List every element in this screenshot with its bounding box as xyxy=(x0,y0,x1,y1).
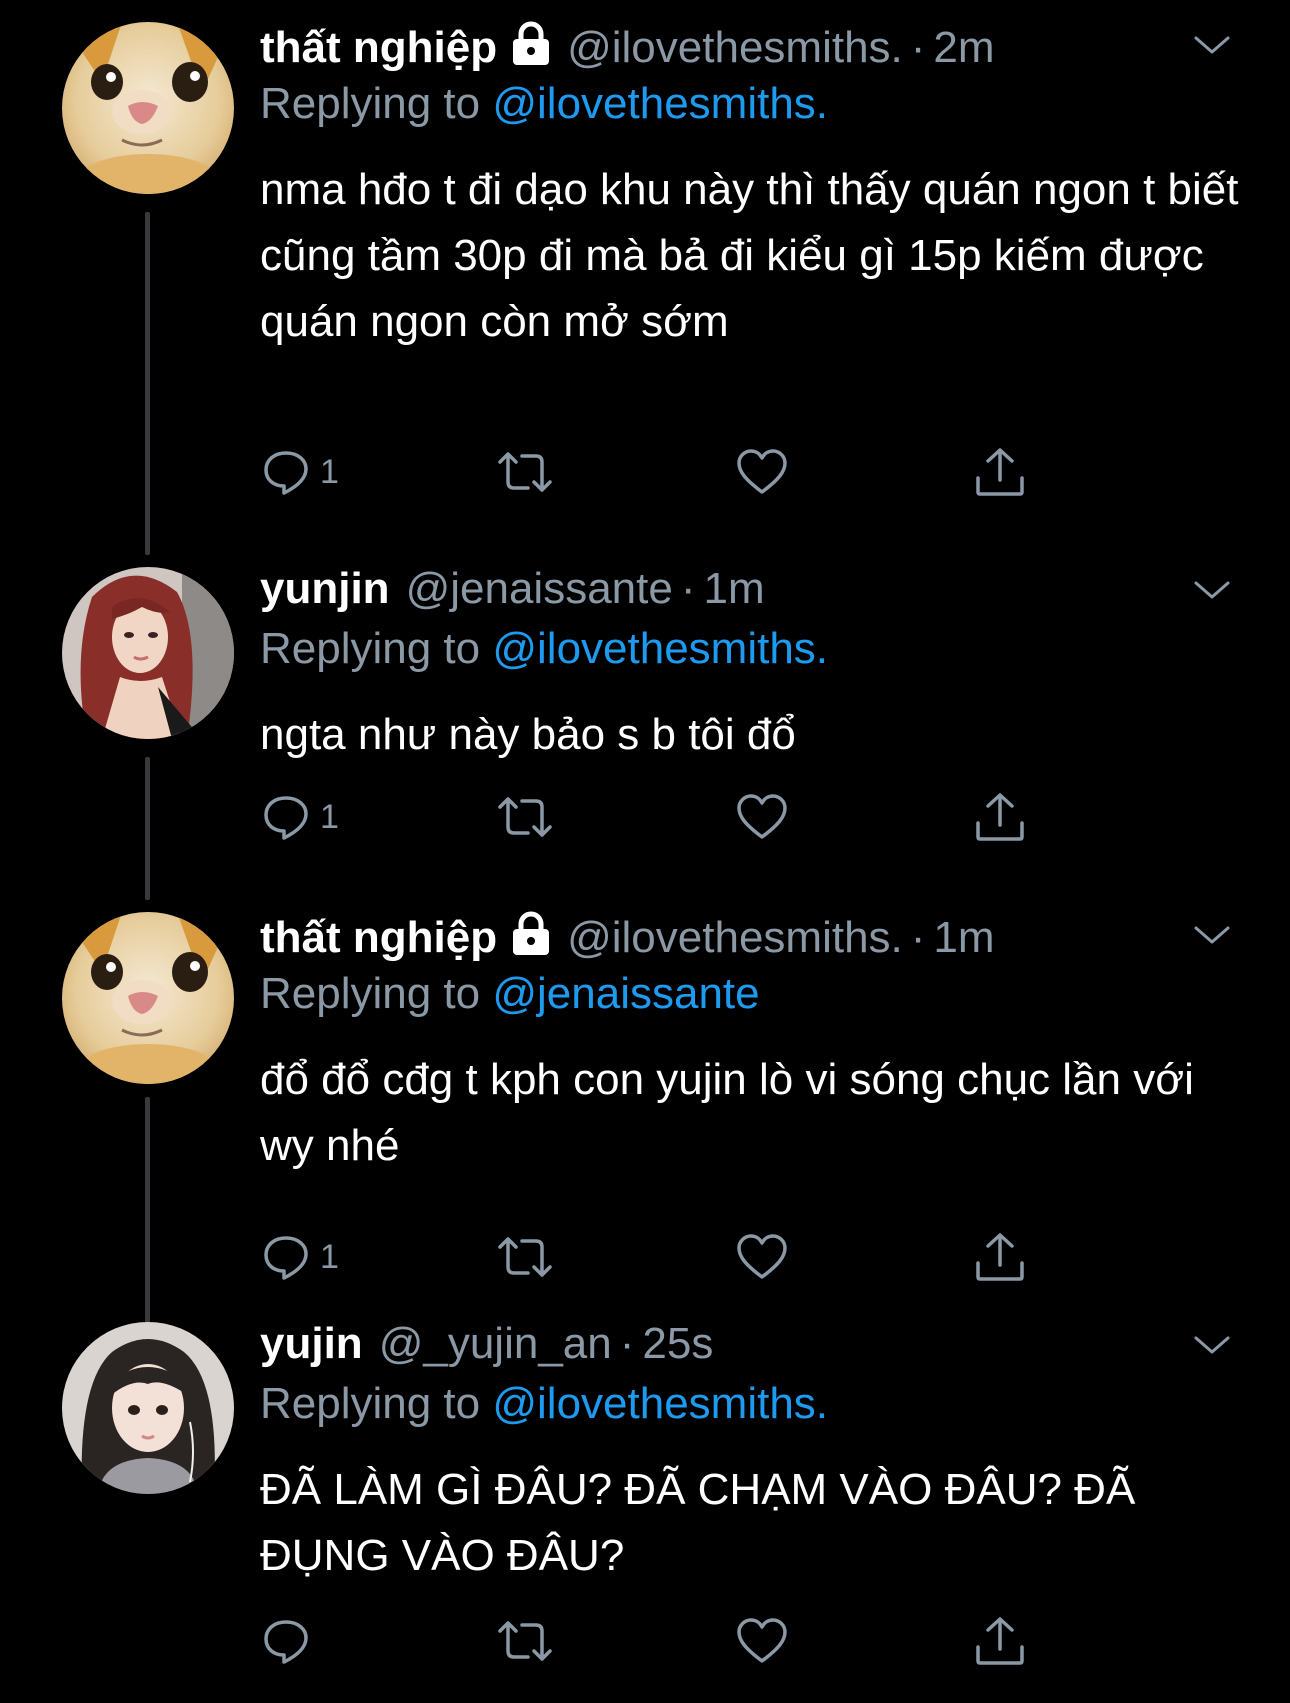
share-button[interactable] xyxy=(974,444,1026,500)
replying-to-label: Replying to xyxy=(260,624,493,673)
chevron-down-icon[interactable] xyxy=(1192,32,1232,58)
timestamp[interactable]: 2m xyxy=(933,20,994,76)
separator: · xyxy=(680,564,696,613)
share-icon xyxy=(976,448,1024,496)
tweet[interactable]: thất nghiệp @ilovethesmiths. · 1m Replyi… xyxy=(0,890,1290,1330)
separator: · xyxy=(910,913,926,962)
cat-avatar-image xyxy=(62,22,234,194)
replying-to: Replying to @ilovethesmiths. xyxy=(260,621,828,677)
cat-avatar-image xyxy=(62,912,234,1084)
separator: · xyxy=(619,1319,635,1368)
user-handle[interactable]: @ilovethesmiths. xyxy=(567,910,903,966)
retweet-icon xyxy=(498,452,552,492)
avatar[interactable] xyxy=(62,912,234,1084)
chevron-down-icon[interactable] xyxy=(1192,1332,1232,1358)
timestamp[interactable]: 1m xyxy=(703,561,764,617)
action-bar: 1 xyxy=(262,1229,1042,1285)
display-name[interactable]: yunjin xyxy=(260,561,390,617)
user-handle[interactable]: @ilovethesmiths. xyxy=(567,20,903,76)
timestamp[interactable]: 1m xyxy=(933,910,994,966)
tweet-text: ĐÃ LÀM GÌ ĐÂU? ĐÃ CHẠM VÀO ĐÂU? ĐÃ ĐỤNG … xyxy=(260,1465,1136,1580)
retweet-icon xyxy=(498,1237,552,1277)
short-hair-avatar-image xyxy=(62,1322,234,1494)
avatar[interactable] xyxy=(62,567,234,739)
reply-icon xyxy=(264,796,308,840)
like-button[interactable] xyxy=(736,789,788,845)
separator: · xyxy=(910,23,926,72)
reply-count: 1 xyxy=(320,1237,339,1276)
user-handle[interactable]: @jenaissante xyxy=(406,561,673,617)
like-button[interactable] xyxy=(736,1613,788,1669)
tweet-header: yunjin @jenaissante · 1m xyxy=(260,561,765,617)
user-handle[interactable]: @_yujin_an xyxy=(379,1316,612,1372)
reply-button[interactable]: 1 xyxy=(262,789,339,845)
lock-icon xyxy=(509,910,553,956)
display-name[interactable]: yujin xyxy=(260,1316,363,1372)
share-icon xyxy=(976,1233,1024,1281)
reply-count: 1 xyxy=(320,797,339,836)
share-button[interactable] xyxy=(974,1229,1026,1285)
thread-line xyxy=(145,757,150,900)
lock-icon xyxy=(509,20,553,66)
reply-icon xyxy=(264,1236,308,1280)
share-button[interactable] xyxy=(974,789,1026,845)
like-button[interactable] xyxy=(736,1229,788,1285)
avatar[interactable] xyxy=(62,1322,234,1494)
reply-button[interactable]: 1 xyxy=(262,444,339,500)
tweet[interactable]: yunjin @jenaissante · 1m Replying to @il… xyxy=(0,545,1290,900)
mention-link[interactable]: @jenaissante xyxy=(492,969,759,1018)
tweet[interactable]: yujin @_yujin_an · 25s Replying to @ilov… xyxy=(0,1300,1290,1703)
tweet-header: thất nghiệp @ilovethesmiths. · 2m xyxy=(260,16,995,72)
mention-link[interactable]: @ilovethesmiths. xyxy=(492,624,828,673)
reply-button[interactable] xyxy=(262,1613,320,1669)
thread-line xyxy=(145,212,150,555)
tweet-header: yujin @_yujin_an · 25s xyxy=(260,1316,713,1372)
retweet-button[interactable] xyxy=(496,789,554,845)
reply-button[interactable]: 1 xyxy=(262,1229,339,1285)
avatar[interactable] xyxy=(62,22,234,194)
tweet-header: thất nghiệp @ilovethesmiths. · 1m xyxy=(260,906,995,962)
action-bar: 1 xyxy=(262,444,1042,500)
tweet[interactable]: thất nghiệp @ilovethesmiths. · 2m Replyi… xyxy=(0,0,1290,555)
chevron-down-icon[interactable] xyxy=(1192,922,1232,948)
replying-to-label: Replying to xyxy=(260,1379,493,1428)
share-button[interactable] xyxy=(974,1613,1026,1669)
heart-icon xyxy=(737,1234,787,1279)
timestamp[interactable]: 25s xyxy=(642,1316,713,1372)
tweet-text: đổ đổ cđg t kph con yujin lò vi sóng chụ… xyxy=(260,1055,1219,1170)
heart-icon xyxy=(737,449,787,494)
action-bar xyxy=(262,1613,1042,1669)
replying-to: Replying to @ilovethesmiths. xyxy=(260,1376,828,1432)
mention-link[interactable]: @ilovethesmiths. xyxy=(492,1379,828,1428)
tweet-text: nma hđo t đi dạo khu này thì thấy quán n… xyxy=(260,165,1239,346)
retweet-button[interactable] xyxy=(496,444,554,500)
replying-to: Replying to @ilovethesmiths. xyxy=(260,76,828,132)
tweet-text: ngta như này bảo s b tôi đổ xyxy=(260,710,796,759)
replying-to: Replying to @jenaissante xyxy=(260,966,760,1022)
thread-line xyxy=(145,1097,150,1330)
replying-to-label: Replying to xyxy=(260,79,493,128)
share-icon xyxy=(976,1617,1024,1665)
red-hair-avatar-image xyxy=(62,567,234,739)
display-name[interactable]: thất nghiệp xyxy=(260,20,497,76)
mention-link[interactable]: @ilovethesmiths. xyxy=(492,79,828,128)
like-button[interactable] xyxy=(736,444,788,500)
reply-icon xyxy=(264,1620,308,1664)
chevron-down-icon[interactable] xyxy=(1192,577,1232,603)
display-name[interactable]: thất nghiệp xyxy=(260,910,497,966)
reply-icon xyxy=(264,451,308,495)
replying-to-label: Replying to xyxy=(260,969,493,1018)
retweet-button[interactable] xyxy=(496,1229,554,1285)
retweet-icon xyxy=(498,797,552,837)
action-bar: 1 xyxy=(262,789,1042,845)
heart-icon xyxy=(737,1618,787,1663)
reply-count: 1 xyxy=(320,452,339,491)
retweet-button[interactable] xyxy=(496,1613,554,1669)
retweet-icon xyxy=(498,1621,552,1661)
share-icon xyxy=(976,793,1024,841)
heart-icon xyxy=(737,794,787,839)
